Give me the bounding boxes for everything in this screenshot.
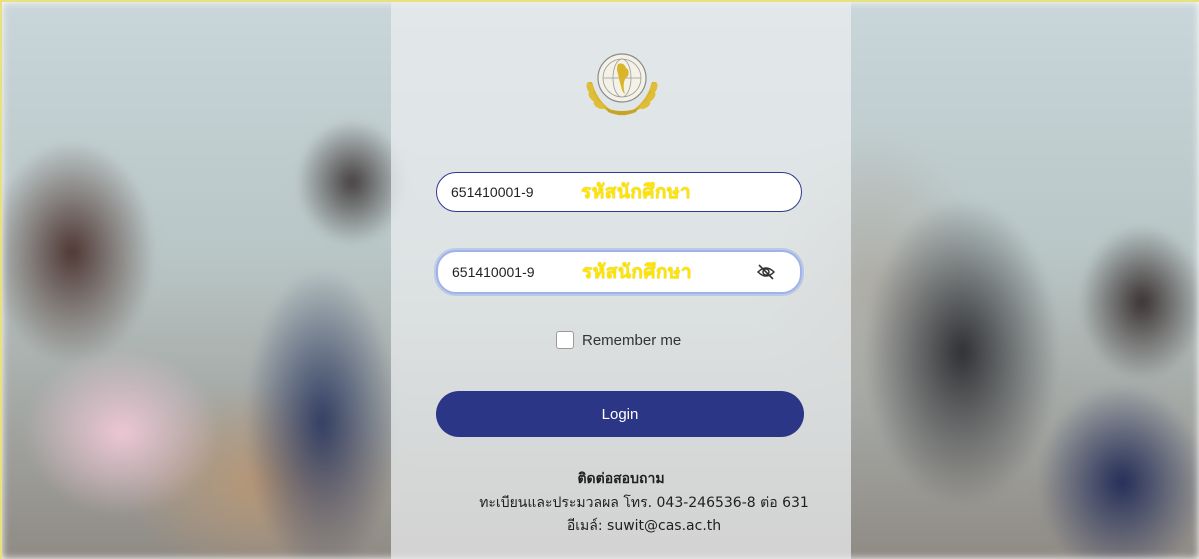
student-id-value: 651410001-9 <box>451 184 534 200</box>
password-overlay-label: รหัสนักศึกษา <box>582 261 693 283</box>
remember-me-checkbox[interactable] <box>556 331 574 349</box>
password-value: 651410001-9 <box>452 264 535 280</box>
remember-me-label[interactable]: Remember me <box>582 332 681 349</box>
eye-slash-icon[interactable] <box>756 263 776 281</box>
contact-phone: ทะเบียนและประมวลผล โทร. 043-246536-8 ต่อ… <box>479 495 809 511</box>
contact-email: อีเมล์: suwit@cas.ac.th <box>566 518 722 534</box>
student-id-input[interactable]: 651410001-9 รหัสนักศึกษา <box>436 172 802 212</box>
password-input[interactable]: 651410001-9 รหัสนักศึกษา <box>436 250 802 294</box>
login-panel: 651410001-9 รหัสนักศึกษา 651410001-9 รหั… <box>391 2 851 559</box>
college-seal-logo <box>586 53 658 116</box>
remember-me-option[interactable]: Remember me <box>556 331 681 349</box>
contact-title: ติดต่อสอบถาม <box>577 471 665 487</box>
login-button[interactable]: Login <box>436 391 804 437</box>
login-screen: 651410001-9 รหัสนักศึกษา 651410001-9 รหั… <box>0 0 1199 559</box>
student-id-overlay-label: รหัสนักศึกษา <box>581 181 692 203</box>
